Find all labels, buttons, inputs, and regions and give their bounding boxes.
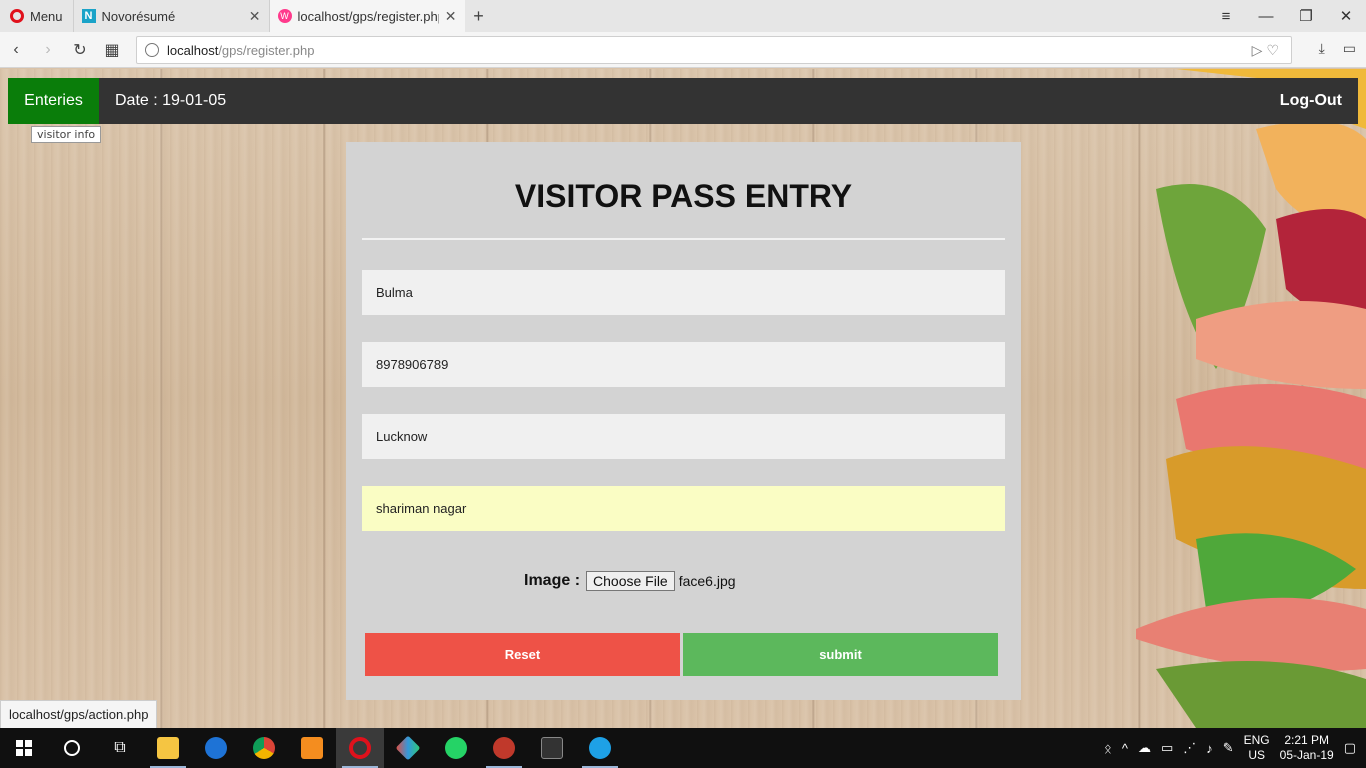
nav-entries-link[interactable]: Enteries xyxy=(8,78,99,124)
terminal-icon[interactable] xyxy=(528,728,576,768)
close-icon[interactable]: ✕ xyxy=(445,8,457,25)
whatsapp-icon[interactable] xyxy=(432,728,480,768)
tab-register[interactable]: W localhost/gps/register.php ✕ xyxy=(268,0,465,32)
region-code: US xyxy=(1248,748,1265,762)
autumn-leaves-decoration xyxy=(1136,69,1366,728)
sublime-text-icon[interactable] xyxy=(288,728,336,768)
notification-center-icon[interactable]: ▢ xyxy=(1344,740,1356,756)
system-tray: ᛟ ^ ☁ ▭ ⋰ ♪ ✎ ENG US 2:21 PM 05-Jan-19 ▢ xyxy=(1104,728,1366,768)
wamp-favicon-icon: W xyxy=(277,9,292,23)
choose-file-button[interactable]: Choose File xyxy=(586,571,675,591)
visitor-city-field[interactable] xyxy=(362,414,1005,459)
people-icon[interactable]: ᛟ xyxy=(1104,741,1112,756)
close-window-icon[interactable]: ✕ xyxy=(1326,7,1366,25)
file-explorer-icon[interactable] xyxy=(144,728,192,768)
wifi-icon[interactable]: ⋰ xyxy=(1183,740,1196,756)
close-icon[interactable]: ✕ xyxy=(249,8,261,25)
globe-icon xyxy=(145,43,159,57)
link-status-bar: localhost/gps/action.php xyxy=(0,700,158,729)
novoresume-favicon-icon: N xyxy=(81,9,96,23)
nav-date-text: Date : 19-01-05 xyxy=(115,92,227,109)
visitor-name-field[interactable] xyxy=(362,270,1005,315)
clock-time: 2:21 PM xyxy=(1284,733,1330,747)
visitor-pass-form: VISITOR PASS ENTRY Image : Choose File f… xyxy=(346,142,1021,700)
visitor-phone-field[interactable] xyxy=(362,342,1005,387)
download-icon[interactable]: ⤓ xyxy=(1319,40,1325,57)
battery-tray-icon[interactable]: ▭ xyxy=(1161,740,1173,756)
image-upload-row: Image : Choose File face6.jpg xyxy=(524,571,736,591)
top-navigation-bar: Enteries Date : 19-01-05 Log-Out xyxy=(8,78,1358,124)
url-host: localhost xyxy=(167,42,219,58)
chrome-icon[interactable] xyxy=(240,728,288,768)
chevron-up-icon[interactable]: ^ xyxy=(1122,741,1128,756)
tab-title: localhost/gps/register.php xyxy=(297,8,439,24)
tab-title: Novorésumé xyxy=(101,8,176,24)
windows-taskbar: ⧉ ᛟ ^ ☁ ▭ ⋰ ♪ ✎ ENG US 2:21 PM 05-Jan-19… xyxy=(0,728,1366,768)
battery-icon[interactable]: ▭ xyxy=(1343,40,1356,57)
send-and-heart-icons[interactable]: ▷♡ xyxy=(1252,42,1283,59)
task-view-icon[interactable]: ⧉ xyxy=(96,728,144,768)
tab-novoresume[interactable]: N Novorésumé ✕ xyxy=(72,0,269,32)
spider-app-icon[interactable] xyxy=(480,728,528,768)
url-field[interactable]: localhost/gps/register.php ▷♡ xyxy=(136,36,1292,64)
search-icon[interactable] xyxy=(48,728,96,768)
onedrive-cloud-icon[interactable]: ☁ xyxy=(1138,740,1151,756)
opera-taskbar-icon[interactable] xyxy=(336,728,384,768)
clock[interactable]: 2:21 PM 05-Jan-19 xyxy=(1280,733,1334,763)
reload-icon[interactable]: ↻ xyxy=(64,40,96,60)
browser-tab-bar: Menu N Novorésumé ✕ W localhost/gps/regi… xyxy=(0,0,1366,32)
reset-button[interactable]: Reset xyxy=(365,633,680,676)
form-title: VISITOR PASS ENTRY xyxy=(514,178,853,214)
new-tab-button[interactable]: + xyxy=(465,6,493,27)
browser-toolbar-right: ⤓ ▭ xyxy=(1319,40,1356,57)
internet-explorer-icon[interactable] xyxy=(576,728,624,768)
visitor-address-field[interactable] xyxy=(362,486,1005,531)
windows-start-icon[interactable] xyxy=(0,728,48,768)
git-icon[interactable] xyxy=(384,728,432,768)
pen-icon[interactable]: ✎ xyxy=(1223,740,1234,756)
opera-logo-icon xyxy=(10,9,24,23)
language-code: ENG xyxy=(1243,733,1270,747)
image-label: Image : xyxy=(524,572,581,589)
back-icon[interactable]: ‹ xyxy=(0,41,32,59)
edge-icon[interactable] xyxy=(192,728,240,768)
url-path: /gps/register.php xyxy=(218,42,315,58)
page-viewport: Enteries Date : 19-01-05 Log-Out visitor… xyxy=(0,69,1366,728)
window-controls: ≡ — ❐ ✕ xyxy=(1206,0,1366,32)
volume-icon[interactable]: ♪ xyxy=(1206,741,1213,756)
menu-label: Menu xyxy=(30,8,63,24)
visitor-info-tooltip: visitor info xyxy=(31,126,102,143)
speed-dial-icon[interactable]: ▦ xyxy=(96,40,128,60)
clock-date: 05-Jan-19 xyxy=(1279,748,1334,762)
selected-file-name: face6.jpg xyxy=(678,573,736,589)
submit-button[interactable]: submit xyxy=(683,633,998,676)
minimize-icon[interactable]: — xyxy=(1246,8,1286,25)
restore-icon[interactable]: ❐ xyxy=(1286,7,1326,25)
tab-menu-icon[interactable]: ≡ xyxy=(1206,8,1246,25)
language-indicator[interactable]: ENG US xyxy=(1244,733,1270,763)
browser-address-bar: ‹ › ↻ ▦ localhost/gps/register.php ▷♡ ⤓ … xyxy=(0,32,1366,68)
opera-menu-button[interactable]: Menu xyxy=(0,0,73,32)
title-divider xyxy=(362,238,1005,240)
logout-link[interactable]: Log-Out xyxy=(1280,92,1342,110)
forward-icon[interactable]: › xyxy=(32,41,64,59)
